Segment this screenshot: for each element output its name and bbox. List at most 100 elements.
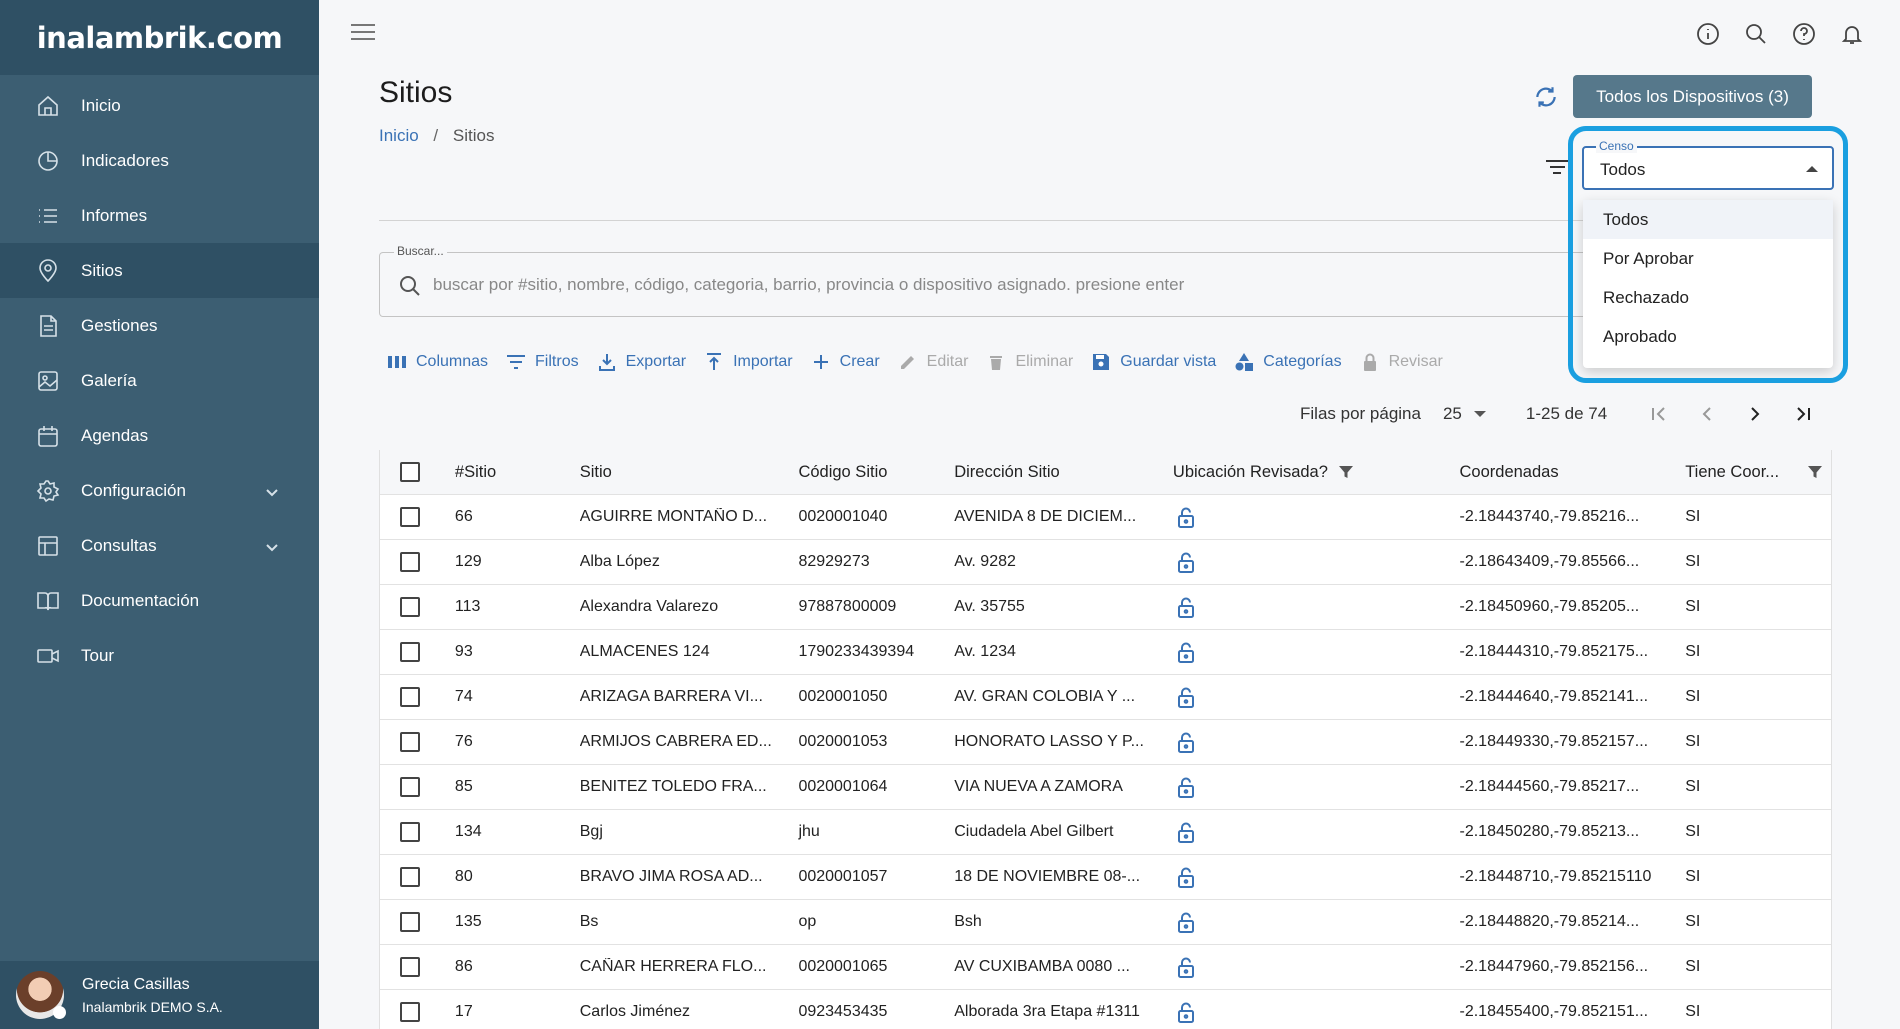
row-checkbox[interactable] [400, 957, 420, 977]
select-all-checkbox[interactable] [400, 462, 420, 482]
last-page-icon[interactable] [1791, 402, 1815, 426]
funnel-icon[interactable] [1338, 464, 1354, 480]
sidebar-item-documentacion[interactable]: Documentación [0, 573, 319, 628]
row-checkbox[interactable] [400, 732, 420, 752]
save-view-button[interactable]: Guardar vista [1090, 351, 1216, 373]
all-devices-button[interactable]: Todos los Dispositivos (3) [1573, 75, 1812, 118]
delete-button[interactable]: Eliminar [985, 351, 1073, 373]
table-row[interactable]: 135 Bs op Bsh -2.18448820,-79.85214... SI [380, 900, 1831, 945]
menu-toggle-icon[interactable] [351, 24, 375, 44]
search-input[interactable] [433, 270, 1783, 300]
row-checkbox[interactable] [400, 642, 420, 662]
sidebar-item-consultas[interactable]: Consultas [0, 518, 319, 573]
sidebar-item-configuracion[interactable]: Configuración [0, 463, 319, 518]
create-button[interactable]: Crear [810, 351, 880, 373]
table-row[interactable]: 134 Bgj jhu Ciudadela Abel Gilbert -2.184502… [380, 810, 1831, 855]
row-checkbox[interactable] [400, 777, 420, 797]
sidebar-item-gestiones[interactable]: Gestiones [0, 298, 319, 353]
sidebar-item-informes[interactable]: Informes [0, 188, 319, 243]
rows-per-page-select[interactable]: 25 [1443, 404, 1486, 424]
column-header-sitio[interactable]: Sitio [580, 463, 799, 482]
chevron-down-icon[interactable] [265, 539, 279, 553]
table-row[interactable]: 85 BENITEZ TOLEDO FRA... 0020001064 VIA NUE… [380, 765, 1831, 810]
table-row[interactable]: 86 CAÑAR HERRERA FLO... 0020001065 AV CUXIB… [380, 945, 1831, 990]
censo-select[interactable]: Censo Todos [1582, 139, 1834, 190]
table-row[interactable]: 74 ARIZAGA BARRERA VI... 0020001050 AV. GRA… [380, 675, 1831, 720]
sidebar-item-inicio[interactable]: Inicio [0, 78, 319, 133]
table-row[interactable]: 66 AGUIRRE MONTAÑO D... 0020001040 AVENIDA … [380, 495, 1831, 540]
lock-icon[interactable] [1176, 506, 1196, 528]
column-header-coordenadas[interactable]: Coordenadas [1460, 463, 1686, 482]
cell-sitio: ALMACENES 124 [579, 643, 710, 660]
chevron-down-icon[interactable] [265, 484, 279, 498]
funnel-icon[interactable] [1807, 464, 1823, 480]
lock-icon[interactable] [1176, 866, 1196, 888]
row-checkbox[interactable] [400, 1002, 420, 1022]
sidebar-item-agendas[interactable]: Agendas [0, 408, 319, 463]
row-checkbox[interactable] [400, 822, 420, 842]
app-logo[interactable]: inalambrik.com [37, 21, 283, 55]
lock-icon[interactable] [1176, 821, 1196, 843]
table-row[interactable]: 113 Alexandra Valarezo 97887800009 Av. 3575… [380, 585, 1831, 630]
review-button[interactable]: Revisar [1359, 351, 1443, 373]
lock-icon[interactable] [1176, 911, 1196, 933]
previous-page-icon[interactable] [1695, 402, 1719, 426]
row-checkbox[interactable] [400, 597, 420, 617]
bell-icon[interactable] [1840, 22, 1864, 46]
sidebar-item-indicadores[interactable]: Indicadores [0, 133, 319, 188]
first-page-icon[interactable] [1647, 402, 1671, 426]
breadcrumb-home-link[interactable]: Inicio [379, 126, 419, 145]
export-button[interactable]: Exportar [596, 351, 686, 373]
download-icon [596, 351, 618, 373]
column-header-num[interactable]: #Sitio [455, 463, 580, 482]
lock-icon[interactable] [1176, 731, 1196, 753]
lock-icon[interactable] [1176, 776, 1196, 798]
document-icon [36, 314, 60, 338]
filters-label: Filtros [535, 353, 579, 370]
next-page-icon[interactable] [1743, 402, 1767, 426]
edit-button[interactable]: Editar [897, 351, 968, 373]
filters-button[interactable]: Filtros [505, 351, 579, 373]
refresh-icon[interactable] [1533, 84, 1559, 110]
sidebar-item-label: Informes [81, 205, 148, 225]
categories-button[interactable]: Categorías [1233, 351, 1342, 373]
import-button[interactable]: Importar [703, 351, 793, 373]
column-header-tiene[interactable]: Tiene Coor... [1685, 463, 1831, 482]
column-header-codigo[interactable]: Código Sitio [798, 463, 954, 482]
cell-tiene: SI [1685, 913, 1701, 930]
censo-option-rechazado[interactable]: Rechazado [1583, 278, 1833, 317]
table-row[interactable]: 93 ALMACENES 124 1790233439394 Av. 1234 -2.1… [380, 630, 1831, 675]
table-row[interactable]: 129 Alba López 82929273 Av. 9282 -2.18643409… [380, 540, 1831, 585]
row-checkbox[interactable] [400, 912, 420, 932]
row-checkbox[interactable] [400, 867, 420, 887]
table-row[interactable]: 80 BRAVO JIMA ROSA AD... 0020001057 18 DE N… [380, 855, 1831, 900]
sidebar-item-tour[interactable]: Tour [0, 628, 319, 683]
table-row[interactable]: 17 Carlos Jiménez 0923453435 Alborada 3ra E… [380, 990, 1831, 1029]
sidebar-item-galeria[interactable]: Galería [0, 353, 319, 408]
censo-option-aprobado[interactable]: Aprobado [1583, 317, 1833, 356]
cell-direccion: AV CUXIBAMBA 0080 ... [954, 958, 1130, 975]
sidebar-item-sitios[interactable]: Sitios [0, 243, 319, 298]
row-checkbox[interactable] [400, 687, 420, 707]
search-icon[interactable] [1744, 22, 1768, 46]
lock-icon[interactable] [1176, 596, 1196, 618]
row-checkbox[interactable] [400, 507, 420, 527]
lock-icon[interactable] [1176, 956, 1196, 978]
column-header-direccion[interactable]: Dirección Sitio [954, 463, 1173, 482]
lock-icon[interactable] [1176, 1001, 1196, 1023]
lock-icon[interactable] [1176, 641, 1196, 663]
filter-list-icon[interactable] [1546, 160, 1568, 178]
cell-coordenadas: -2.18449330,-79.852157... [1459, 733, 1649, 750]
row-select-cell [380, 687, 455, 707]
info-icon[interactable] [1696, 22, 1720, 46]
help-icon[interactable] [1792, 22, 1816, 46]
columns-button[interactable]: Columnas [386, 351, 488, 373]
table-row[interactable]: 76 ARMIJOS CABRERA ED... 0020001053 HONORAT… [380, 720, 1831, 765]
user-profile[interactable]: Grecia Casillas Inalambrik DEMO S.A. [0, 961, 319, 1029]
lock-icon[interactable] [1176, 551, 1196, 573]
censo-option-por-aprobar[interactable]: Por Aprobar [1583, 239, 1833, 278]
column-header-ubicacion[interactable]: Ubicación Revisada? [1173, 463, 1460, 482]
row-checkbox[interactable] [400, 552, 420, 572]
lock-icon[interactable] [1176, 686, 1196, 708]
censo-option-todos[interactable]: Todos [1583, 200, 1833, 239]
